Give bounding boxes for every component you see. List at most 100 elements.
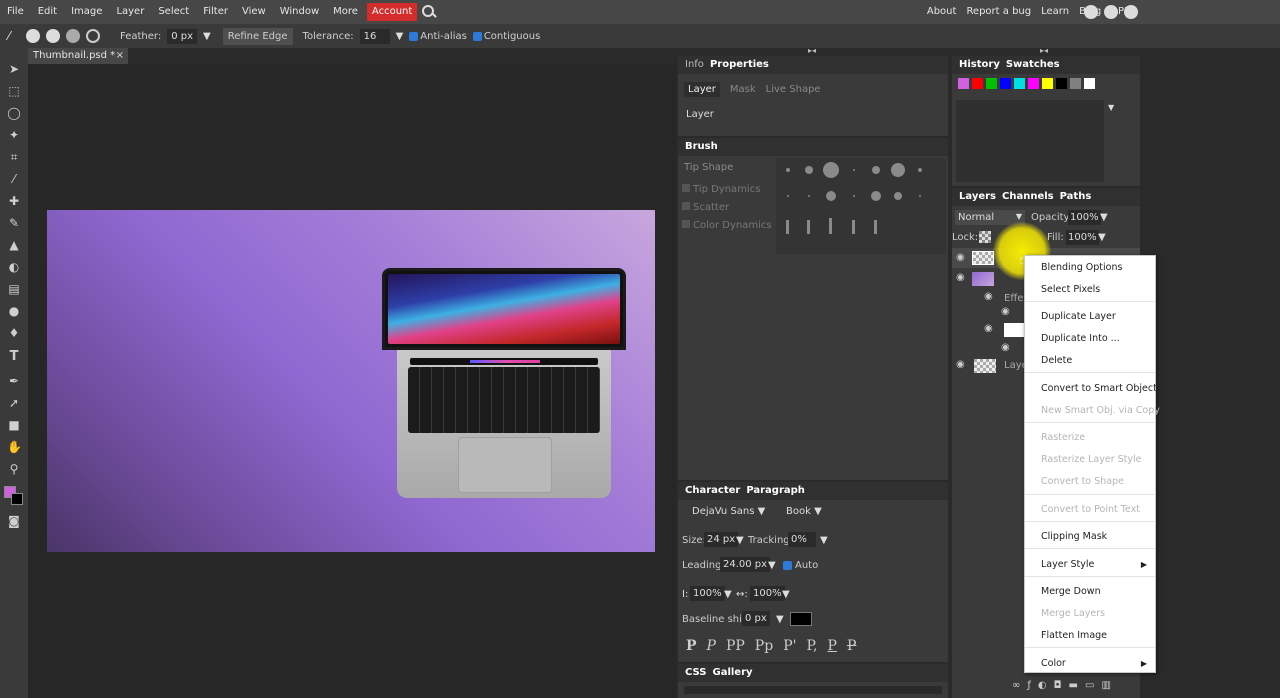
small-caps-icon[interactable]: Pp (755, 638, 773, 654)
fill-input[interactable]: 100% (1066, 230, 1099, 245)
menu-item-duplicate-into[interactable]: Duplicate Into ... (1041, 333, 1120, 344)
underline-icon[interactable]: P (828, 638, 837, 654)
mask-icon[interactable]: ◘ (1054, 680, 1062, 691)
brush-scatter[interactable]: Scatter (682, 202, 729, 213)
tab-properties[interactable]: Properties (707, 56, 772, 74)
path-select-tool-icon[interactable]: ➚ (7, 396, 21, 410)
document-tab[interactable]: Thumbnail.psd * × (28, 48, 128, 64)
tolerance-input[interactable]: 16 (359, 28, 390, 44)
baseline-input[interactable]: 0 px (742, 611, 770, 626)
quick-mask-icon[interactable]: ◙ (7, 514, 21, 528)
brush-presets-grid[interactable] (776, 158, 946, 254)
color-swatch[interactable] (972, 78, 983, 89)
brush-tip-shape[interactable]: Tip Shape (684, 162, 733, 173)
menu-file[interactable]: File (0, 0, 31, 24)
menu-layer[interactable]: Layer (109, 0, 151, 24)
stamp-tool-icon[interactable]: ▲ (7, 238, 21, 252)
tab-layers[interactable]: Layers (956, 188, 999, 206)
eye-icon[interactable]: ◉ (984, 323, 993, 334)
horizontal-scale-dropdown-icon[interactable]: ▼ (782, 589, 790, 600)
size-dropdown-icon[interactable]: ▼ (736, 535, 744, 546)
color-swatch[interactable] (986, 78, 997, 89)
color-swatch[interactable] (958, 78, 969, 89)
brush-tip-dynamics[interactable]: Tip Dynamics (682, 184, 760, 195)
strikethrough-icon[interactable]: P (847, 638, 856, 654)
twitter-icon[interactable] (1104, 5, 1118, 19)
fill-dropdown-icon[interactable]: ▼ (1098, 232, 1106, 243)
leading-dropdown-icon[interactable]: ▼ (768, 560, 776, 571)
subtab-mask[interactable]: Mask (730, 82, 756, 97)
swatches-dropdown-icon[interactable]: ▼ (1108, 103, 1114, 112)
menu-item-select-pixels[interactable]: Select Pixels (1041, 284, 1100, 295)
lock-transparency-icon[interactable] (979, 231, 991, 243)
color-swatch[interactable] (1084, 78, 1095, 89)
tab-css[interactable]: CSS (682, 664, 709, 682)
background-color-swatch[interactable] (11, 493, 23, 505)
tab-character[interactable]: Character (682, 482, 743, 500)
menu-item-layer-style[interactable]: Layer Style (1041, 559, 1094, 570)
menu-more[interactable]: More (326, 0, 365, 24)
close-icon[interactable]: × (116, 48, 124, 64)
pen-tool-icon[interactable]: ✒ (7, 374, 21, 388)
magic-wand-tool-icon[interactable]: ✦ (7, 128, 21, 142)
facebook-icon[interactable] (1124, 5, 1138, 19)
vertical-scale-dropdown-icon[interactable]: ▼ (724, 589, 732, 600)
color-swatch[interactable] (1028, 78, 1039, 89)
layer-effects-icon[interactable]: ƒ (1027, 680, 1031, 691)
mode-add-icon[interactable] (46, 29, 61, 43)
faux-bold-icon[interactable]: P (686, 638, 697, 654)
eye-icon[interactable]: ◉ (956, 272, 965, 283)
menu-item-duplicate-layer[interactable]: Duplicate Layer (1041, 311, 1116, 322)
brush-color-dynamics[interactable]: Color Dynamics (682, 220, 772, 231)
move-tool-icon[interactable]: ➤ (7, 62, 21, 76)
mode-new-icon[interactable] (26, 29, 41, 43)
marquee-tool-icon[interactable]: ⬚ (7, 84, 21, 98)
eye-icon[interactable]: ◉ (984, 291, 993, 302)
link-learn[interactable]: Learn (1036, 0, 1074, 24)
menu-item-merge-down[interactable]: Merge Down (1041, 586, 1101, 597)
horizontal-scale-input[interactable]: 100% (750, 586, 785, 601)
vertical-scale-input[interactable]: 100% (690, 586, 725, 601)
tab-paths[interactable]: Paths (1057, 188, 1095, 206)
folder-icon[interactable]: ▬ (1069, 680, 1078, 691)
menu-item-clipping-mask[interactable]: Clipping Mask (1041, 531, 1107, 542)
menu-item-flatten-image[interactable]: Flatten Image (1041, 630, 1107, 641)
eye-icon[interactable]: ◉ (1001, 342, 1010, 353)
crop-tool-icon[interactable]: ⌗ (7, 150, 21, 164)
color-swatch[interactable] (1000, 78, 1011, 89)
color-swatch[interactable] (1014, 78, 1025, 89)
tab-brush[interactable]: Brush (682, 138, 721, 156)
mode-intersect-icon[interactable] (86, 29, 101, 43)
shape-tool-icon[interactable]: ■ (7, 418, 21, 432)
color-swatch[interactable] (1042, 78, 1053, 89)
tab-swatches[interactable]: Swatches (1003, 56, 1063, 74)
font-style-select[interactable]: Book ▼ (786, 506, 822, 517)
size-input[interactable]: 24 px (704, 532, 739, 547)
all-caps-icon[interactable]: PP (726, 638, 745, 654)
menu-item-convert-smart-object[interactable]: Convert to Smart Object (1041, 383, 1157, 394)
feather-dropdown-icon[interactable]: ▼ (203, 31, 211, 42)
zoom-tool-icon[interactable]: ⚲ (7, 462, 21, 476)
link-about[interactable]: About (922, 0, 962, 24)
healing-tool-icon[interactable]: ✚ (7, 194, 21, 208)
tracking-dropdown-icon[interactable]: ▼ (820, 535, 828, 546)
delete-layer-icon[interactable]: ▥ (1101, 680, 1110, 691)
color-swatch[interactable] (1070, 78, 1081, 89)
subtab-layer[interactable]: Layer (684, 82, 720, 97)
tracking-input[interactable]: 0% (788, 532, 816, 547)
dodge-tool-icon[interactable]: ♦ (7, 326, 21, 340)
leading-input[interactable]: 24.00 px (720, 557, 771, 572)
reddit-icon[interactable] (1084, 5, 1098, 19)
superscript-icon[interactable]: P' (783, 638, 796, 654)
tab-channels[interactable]: Channels (999, 188, 1057, 206)
feather-input[interactable]: 0 px (167, 28, 198, 44)
adjustment-icon[interactable]: ◐ (1038, 680, 1047, 691)
new-layer-icon[interactable]: ▭ (1085, 680, 1094, 691)
antialias-checkbox[interactable] (409, 31, 419, 41)
mode-subtract-icon[interactable] (66, 29, 81, 43)
lasso-tool-icon[interactable]: ◯ (7, 106, 21, 120)
subscript-icon[interactable]: P, (806, 638, 817, 654)
menu-view[interactable]: View (235, 0, 273, 24)
font-family-select[interactable]: DejaVu Sans ▼ (692, 506, 765, 517)
tab-history[interactable]: History (956, 56, 1003, 74)
